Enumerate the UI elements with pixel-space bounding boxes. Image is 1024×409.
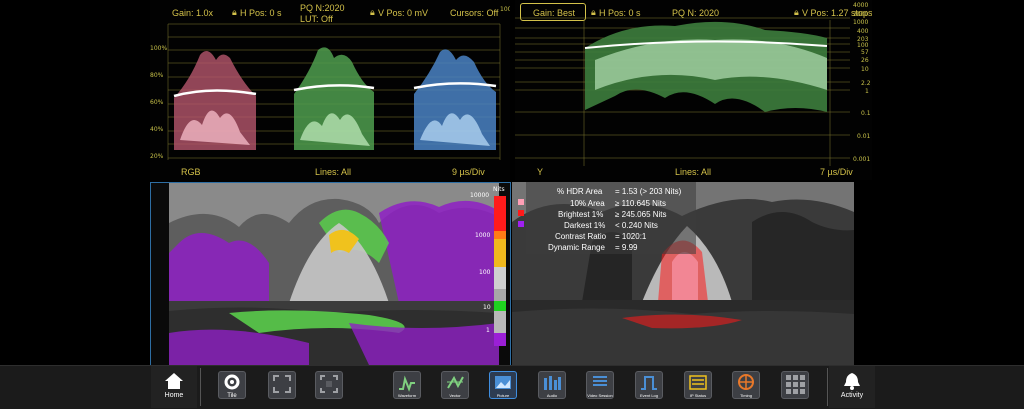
y-tick-80: 80%: [150, 72, 164, 79]
fullscreen-button[interactable]: [268, 371, 296, 399]
stat-value-10-area: ≥ 110.645 Nits: [615, 199, 666, 208]
legend-swatch-orange: [494, 231, 506, 239]
stops-graticule: [515, 17, 850, 166]
toolbar-divider: [827, 368, 828, 406]
stop-tick-1: 1: [865, 88, 869, 95]
stat-label-dynamic-range: Dynamic Range: [548, 243, 605, 252]
ip-status-button[interactable]: IP Status: [684, 371, 712, 399]
stop-tick-0-001: 0.001: [853, 156, 871, 163]
stop-tick-400: 400: [857, 28, 869, 35]
y-tick-60: 60%: [150, 99, 164, 106]
stat-value-brightest: ≥ 245.065 Nits: [615, 210, 667, 219]
legend-swatch-grey: [494, 311, 506, 333]
legend-swatch-purple: [494, 333, 506, 346]
legend-label-10: 10: [483, 304, 491, 311]
toolbar-divider: [200, 368, 201, 406]
channel-label: Y: [537, 167, 544, 177]
stop-tick-57: 57: [861, 49, 869, 56]
vector-button[interactable]: Vector: [441, 371, 469, 399]
frame-button[interactable]: [315, 371, 343, 399]
stop-tick-100: 100: [857, 42, 869, 49]
legend-swatch-green: [494, 301, 506, 311]
bell-icon: [844, 373, 860, 390]
legend-label-1: 1: [486, 327, 490, 334]
y-tick-100: 100%: [150, 45, 168, 52]
timing-button[interactable]: Timing: [732, 371, 760, 399]
grid-button[interactable]: [781, 371, 809, 399]
stop-tick-0-01: 0.01: [857, 133, 871, 140]
stop-tick-10: 10: [861, 66, 869, 73]
stop-tick-0-1: 0.1: [861, 110, 871, 117]
legend-swatch-grey: [494, 289, 506, 301]
stat-label-brightest: Brightest 1%: [558, 210, 604, 219]
legend-label-100: 100: [479, 269, 491, 276]
scale-label: 9 µs/Div: [452, 167, 485, 177]
y-tick-20: 20%: [150, 153, 164, 160]
stops-panel[interactable]: Gain: Best 🔒︎ H Pos: 0 s PQ N: 2020 🔒︎ V…: [515, 0, 872, 180]
legend-label-10000: 10000: [470, 192, 490, 199]
lines-label: Lines: All: [675, 167, 712, 177]
list-icon: [593, 376, 607, 386]
stat-value-hdr-area: = 1.53 (> 203 Nits): [615, 187, 682, 196]
picture-icon: [495, 376, 511, 389]
stop-tick-26: 26: [861, 57, 869, 64]
waveform-button[interactable]: Waveform: [393, 371, 421, 399]
nits-legend: Nits: [493, 186, 507, 359]
expand-icon: [273, 375, 291, 393]
activity-button[interactable]: Activity: [829, 366, 875, 408]
channels-label: RGB: [181, 167, 201, 177]
stop-tick-2000: 2000: [853, 11, 869, 18]
timing-icon: [738, 374, 754, 390]
stat-label-contrast: Contrast Ratio: [555, 232, 607, 241]
waveform-graticule: [167, 23, 501, 160]
ip-status-icon: [689, 375, 707, 390]
marker-pink: [518, 199, 524, 205]
gear-icon: [224, 374, 240, 390]
tile-button[interactable]: Tile: [218, 371, 246, 399]
event-log-button[interactable]: Event Log: [635, 371, 663, 399]
lines-label: Lines: All: [315, 167, 352, 177]
stat-label-10-area: 10% Area: [570, 199, 605, 208]
event-log-icon: [641, 376, 657, 390]
waveform-panel[interactable]: Gain: 1.0x 🔒︎ H Pos: 0 s PQ N:2020 LUT: …: [150, 0, 510, 180]
false-color-image: [169, 183, 499, 365]
stop-tick-4000: 4000: [853, 2, 869, 9]
legend-label-1000: 1000: [475, 232, 491, 239]
scale-label: 7 µs/Div: [820, 167, 853, 177]
stop-tick-2-2: 2.2: [861, 80, 871, 87]
stop-tick-1000: 1000: [853, 19, 869, 26]
legend-swatch-yellow: [494, 239, 506, 267]
false-color-picture-panel[interactable]: Nits 10000 1000 100 10 1: [150, 182, 511, 366]
marker-red: [518, 210, 524, 216]
stat-label-hdr-area: % HDR Area: [557, 187, 603, 196]
stat-value-darkest: < 0.240 Nits: [615, 221, 658, 230]
vector-icon: [447, 375, 464, 389]
audio-icon: [544, 376, 561, 390]
y-tick-40: 40%: [150, 126, 164, 133]
legend-swatch-red: [494, 196, 506, 231]
home-button[interactable]: Home: [151, 366, 197, 408]
audio-button[interactable]: Audio: [538, 371, 566, 399]
legend-title: Nits: [493, 186, 505, 193]
stat-value-dynamic-range: = 9.99: [615, 243, 638, 252]
stat-value-contrast: = 1020:1: [615, 232, 647, 241]
legend-bar: [494, 196, 506, 346]
hdr-picture-panel[interactable]: % HDR Area = 1.53 (> 203 Nits) 10% Area …: [512, 182, 854, 366]
picture-button[interactable]: Picture: [489, 371, 517, 399]
video-session-button[interactable]: Video Session: [586, 371, 614, 399]
marker-purple: [518, 221, 524, 227]
grid-icon: [786, 375, 805, 394]
waveform-icon: [399, 375, 415, 392]
home-icon: [165, 373, 183, 389]
stat-label-darkest: Darkest 1%: [564, 221, 606, 230]
frame-icon: [320, 375, 338, 393]
legend-swatch-grey: [494, 267, 506, 289]
